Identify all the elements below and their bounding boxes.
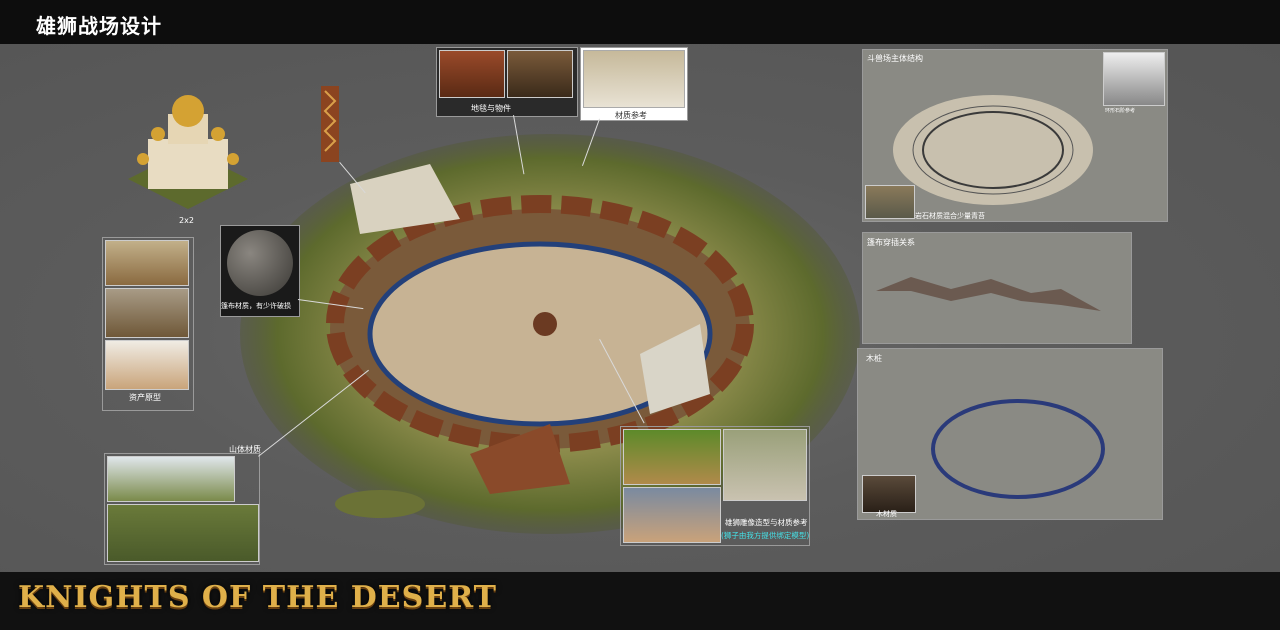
game-logo: KNIGHTS OF THE DESERT (18, 580, 497, 615)
colosseum-sketch (893, 95, 1093, 205)
cloth-sphere (227, 230, 293, 296)
stake-ring-sketch (931, 399, 1105, 499)
castle-illustration (128, 95, 248, 209)
tent-cloth-sketch (876, 277, 1101, 311)
wood-material-thumb (862, 475, 916, 513)
header-bar: 雄狮战场设计 (0, 0, 1280, 44)
cloth-material-label: 篷布材质，有少许破损 (221, 302, 291, 310)
carpet-thumb-2 (507, 50, 573, 98)
wood-material-label: 木材质 (876, 510, 897, 518)
lion-reference-label: 雄狮雕像造型与材质参考 (725, 518, 808, 527)
rock-thumb (865, 185, 915, 219)
material-reference-label: 材质参考 (615, 111, 647, 120)
small-island (335, 490, 425, 518)
lion-reference-panel: 雄狮雕像造型与材质参考 (狮子由我方提供绑定模型) (620, 426, 810, 546)
lion-statues-photo (723, 429, 807, 501)
prototype-thumb-flat (105, 240, 189, 286)
tent-cloth-panel: 篷布穿插关系 (862, 232, 1132, 344)
fountain-thumb (583, 50, 685, 108)
cloth-material-panel: 篷布材质，有少许破损 (220, 225, 300, 317)
carpet-objects-label: 地毯与物件 (471, 104, 511, 113)
lion-photo-1 (623, 429, 721, 485)
mountain-thumb-2 (107, 504, 259, 562)
tent-cloth-label: 篷布穿插关系 (867, 238, 915, 247)
prototype-thumb-arena (105, 288, 189, 338)
rock-material-label: 岩石材质混合少量青苔 (915, 212, 985, 220)
castle-size-label: 2x2 (179, 216, 194, 225)
wood-stake-panel: 木桩 木材质 (857, 348, 1163, 520)
wood-stake-label: 木桩 (866, 354, 882, 363)
colosseum-structure-panel: 斗兽场主体结构 环形石阶参考 岩石材质混合少量青苔 (862, 49, 1168, 222)
mountain-material-label: 山体材质 (229, 445, 261, 454)
prototype-thumb-tent (105, 340, 189, 390)
material-reference-panel: 材质参考 (580, 47, 688, 121)
footer-bar: KNIGHTS OF THE DESERT (0, 572, 1280, 630)
lion-reference-note: (狮子由我方提供绑定模型) (721, 531, 810, 540)
carpet-objects-panel: 地毯与物件 (436, 47, 578, 117)
carpet-thumb-1 (439, 50, 505, 98)
mountain-thumb-1 (107, 456, 235, 502)
stone-steps-thumb (1103, 52, 1165, 106)
page-title: 雄狮战场设计 (36, 14, 162, 38)
concept-board: 2x2 资产原型 篷布材质，有少许破损 地毯与物件 材质参考 山体材质 雄狮雕像… (0, 44, 1280, 572)
mountain-material-panel: 山体材质 (104, 445, 261, 565)
banner-illustration (321, 86, 339, 162)
lion-photo-2 (623, 487, 721, 543)
asset-prototype-label: 资产原型 (129, 393, 161, 402)
colosseum-structure-label: 斗兽场主体结构 (867, 54, 923, 63)
stone-steps-reference-label: 环形石阶参考 (1105, 108, 1136, 114)
asset-prototype-panel: 资产原型 (102, 237, 194, 411)
